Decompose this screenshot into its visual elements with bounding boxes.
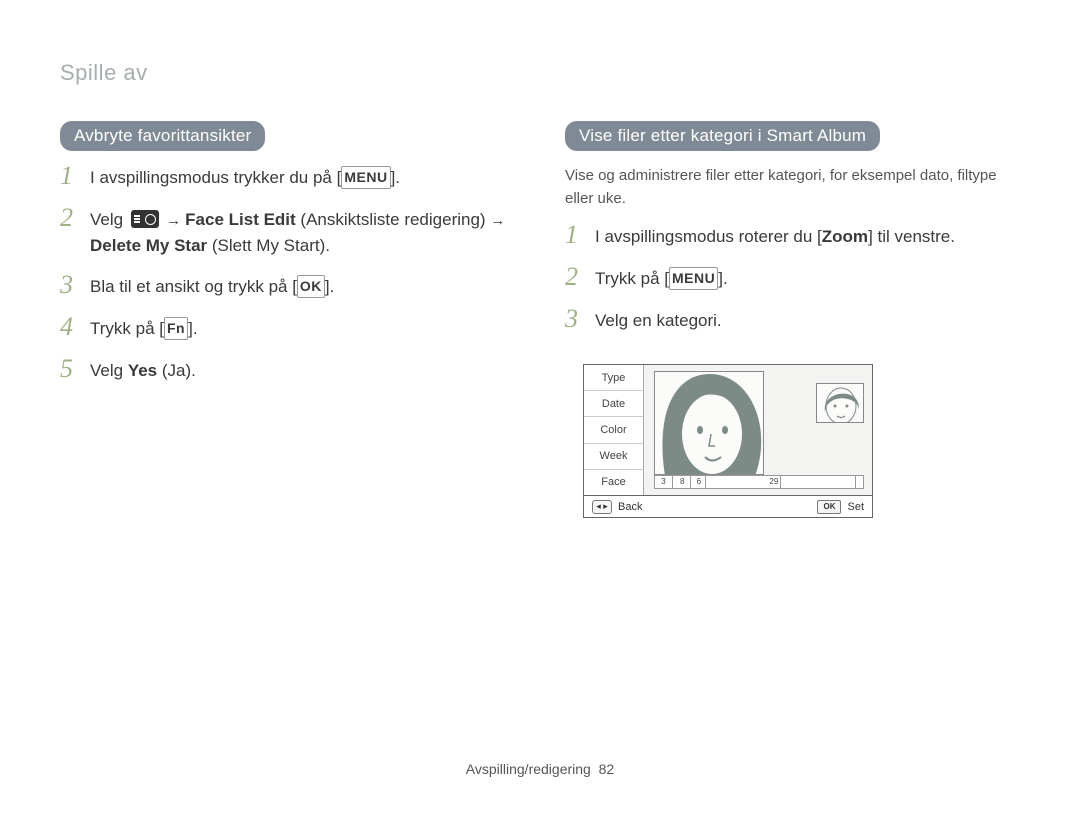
- category-item-face[interactable]: Face: [584, 470, 643, 495]
- timeline-label: 8: [680, 477, 684, 486]
- ok-icon: OK: [817, 500, 841, 514]
- arrow-icon: →: [162, 212, 185, 229]
- face-thumbnail-large: [654, 371, 764, 475]
- menu-path: Face List Edit: [185, 210, 296, 229]
- step-number: 3: [565, 306, 595, 332]
- timeline-label: 6: [697, 477, 701, 486]
- camera-screen: Type Date Color Week Face: [583, 364, 873, 518]
- step-number: 1: [60, 163, 90, 189]
- step-1: 1 I avspillingsmodus roterer du [Zoom] t…: [565, 224, 1020, 250]
- face-thumbnail-small: [816, 383, 864, 423]
- timeline-label: 29: [769, 477, 778, 486]
- section-heading-smart-album: Vise filer etter kategori i Smart Album: [565, 121, 880, 151]
- menu-path: Delete My Star: [90, 236, 207, 255]
- step-2: 2 Trykk på [MENU].: [565, 266, 1020, 292]
- category-item-week[interactable]: Week: [584, 444, 643, 470]
- preview-pane: 3 8 6 29: [644, 365, 872, 495]
- menu-button-label: MENU: [341, 166, 390, 189]
- step-text: Bla til et ansikt og trykk på [: [90, 277, 297, 296]
- step-text: Velg: [90, 361, 128, 380]
- step-text: (Anskiktsliste redigering): [296, 210, 491, 229]
- step-text: Trykk på [: [90, 319, 164, 338]
- category-item-type[interactable]: Type: [584, 365, 643, 391]
- step-text: ].: [325, 277, 334, 296]
- arrow-icon: →: [490, 212, 505, 229]
- set-label: Set: [847, 501, 864, 513]
- step-text: (Slett My Start).: [207, 236, 330, 255]
- fn-button-label: Fn: [164, 317, 188, 340]
- step-3: 3 Bla til et ansikt og trykk på [OK].: [60, 274, 515, 300]
- step-text: (Ja).: [157, 361, 196, 380]
- category-item-color[interactable]: Color: [584, 417, 643, 443]
- back-label: Back: [618, 501, 642, 513]
- footer-page-number: 82: [599, 761, 615, 777]
- timeline-label: 3: [661, 477, 665, 486]
- page-header: Spille av: [60, 60, 1020, 86]
- camera-settings-icon: [131, 210, 159, 228]
- step-3: 3 Velg en kategori.: [565, 308, 1020, 334]
- step-number: 2: [60, 205, 90, 231]
- menu-option: Yes: [128, 361, 157, 380]
- step-5: 5 Velg Yes (Ja).: [60, 358, 515, 384]
- category-list: Type Date Color Week Face: [584, 365, 644, 495]
- section-lead: Vise og administrere filer etter kategor…: [565, 165, 1020, 210]
- step-4: 4 Trykk på [Fn].: [60, 316, 515, 342]
- footer-section: Avspilling/redigering: [466, 761, 591, 777]
- step-text: Trykk på [: [595, 269, 669, 288]
- step-1: 1 I avspillingsmodus trykker du på [MENU…: [60, 165, 515, 191]
- step-text: ].: [391, 168, 400, 187]
- timeline: 3 8 6 29: [654, 475, 864, 489]
- step-2: 2 Velg → Face List Edit (Anskiktsliste r…: [60, 207, 515, 258]
- page-footer: Avspilling/redigering 82: [0, 761, 1080, 777]
- step-number: 5: [60, 356, 90, 382]
- step-text: Velg: [90, 210, 128, 229]
- step-number: 2: [565, 264, 595, 290]
- step-text: I avspillingsmodus roterer du [: [595, 227, 822, 246]
- left-column: Avbryte favorittansikter 1 I avspillings…: [60, 121, 515, 518]
- section-heading-cancel-favorites: Avbryte favorittansikter: [60, 121, 265, 151]
- camera-footer: ◂ ▸ Back OK Set: [584, 495, 872, 517]
- step-number: 1: [565, 222, 595, 248]
- nav-arrows-icon: ◂ ▸: [592, 500, 612, 514]
- step-text: ].: [718, 269, 727, 288]
- right-column: Vise filer etter kategori i Smart Album …: [565, 121, 1020, 518]
- step-text: ] til venstre.: [868, 227, 955, 246]
- category-item-date[interactable]: Date: [584, 391, 643, 417]
- step-number: 3: [60, 272, 90, 298]
- zoom-label: Zoom: [822, 227, 868, 246]
- step-number: 4: [60, 314, 90, 340]
- menu-button-label: MENU: [669, 267, 718, 290]
- ok-button-label: OK: [297, 275, 325, 298]
- step-text: ].: [188, 319, 197, 338]
- step-text: Velg en kategori.: [595, 308, 1020, 334]
- step-text: I avspillingsmodus trykker du på [: [90, 168, 341, 187]
